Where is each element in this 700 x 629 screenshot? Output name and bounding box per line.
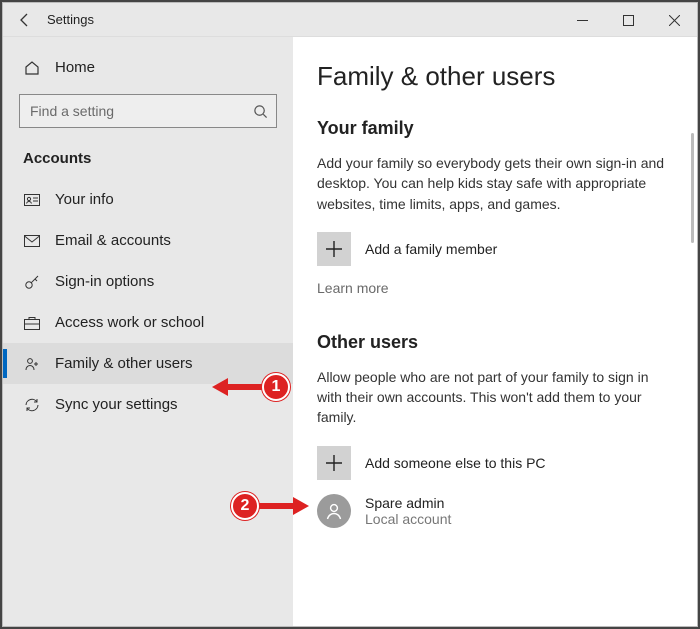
sidebar-item-label: Email & accounts xyxy=(55,232,171,249)
home-icon xyxy=(23,60,41,76)
add-family-member-button[interactable]: Add a family member xyxy=(317,232,675,266)
sidebar-item-label: Sign-in options xyxy=(55,273,154,290)
sidebar-item-label: Access work or school xyxy=(55,314,204,331)
window-title: Settings xyxy=(47,12,94,27)
sidebar-section-title: Accounts xyxy=(3,142,293,179)
titlebar: Settings xyxy=(3,3,697,37)
minimize-button[interactable] xyxy=(559,3,605,37)
sidebar-item-sign-in-options[interactable]: Sign-in options xyxy=(3,261,293,302)
add-someone-else-label: Add someone else to this PC xyxy=(365,455,546,471)
user-card-icon xyxy=(23,194,41,206)
sidebar-item-sync-settings[interactable]: Sync your settings xyxy=(3,384,293,425)
search-input[interactable] xyxy=(19,94,277,128)
sidebar-item-label: Your info xyxy=(55,191,114,208)
sidebar-item-label: Family & other users xyxy=(55,355,193,372)
user-account-type: Local account xyxy=(365,511,451,527)
sidebar-item-label: Sync your settings xyxy=(55,396,178,413)
other-users-heading: Other users xyxy=(317,332,675,353)
close-button[interactable] xyxy=(651,3,697,37)
key-icon xyxy=(23,274,41,290)
home-nav[interactable]: Home xyxy=(3,51,293,84)
page-title: Family & other users xyxy=(317,61,675,92)
mail-icon xyxy=(23,235,41,247)
briefcase-icon xyxy=(23,316,41,330)
family-icon xyxy=(23,356,41,372)
sidebar-item-access-work-school[interactable]: Access work or school xyxy=(3,302,293,343)
sidebar-item-family-other-users[interactable]: Family & other users xyxy=(3,343,293,384)
user-name: Spare admin xyxy=(365,495,451,511)
other-users-description: Allow people who are not part of your fa… xyxy=(317,367,675,428)
family-description: Add your family so everybody gets their … xyxy=(317,153,675,214)
sidebar-item-your-info[interactable]: Your info xyxy=(3,179,293,220)
scrollbar[interactable] xyxy=(691,133,694,243)
content-pane: Family & other users Your family Add you… xyxy=(293,37,697,626)
back-button[interactable] xyxy=(11,6,39,34)
plus-icon xyxy=(317,232,351,266)
maximize-button[interactable] xyxy=(605,3,651,37)
sync-icon xyxy=(23,397,41,413)
sidebar-item-email-accounts[interactable]: Email & accounts xyxy=(3,220,293,261)
avatar xyxy=(317,494,351,528)
sidebar: Home Accounts Your info Ema xyxy=(3,37,293,626)
home-label: Home xyxy=(55,59,95,76)
sidebar-nav: Your info Email & accounts Sign-in optio… xyxy=(3,179,293,425)
add-someone-else-button[interactable]: Add someone else to this PC xyxy=(317,446,675,480)
learn-more-link[interactable]: Learn more xyxy=(317,280,389,296)
family-heading: Your family xyxy=(317,118,675,139)
other-user-row[interactable]: Spare admin Local account xyxy=(317,494,675,528)
add-family-member-label: Add a family member xyxy=(365,241,497,257)
plus-icon xyxy=(317,446,351,480)
